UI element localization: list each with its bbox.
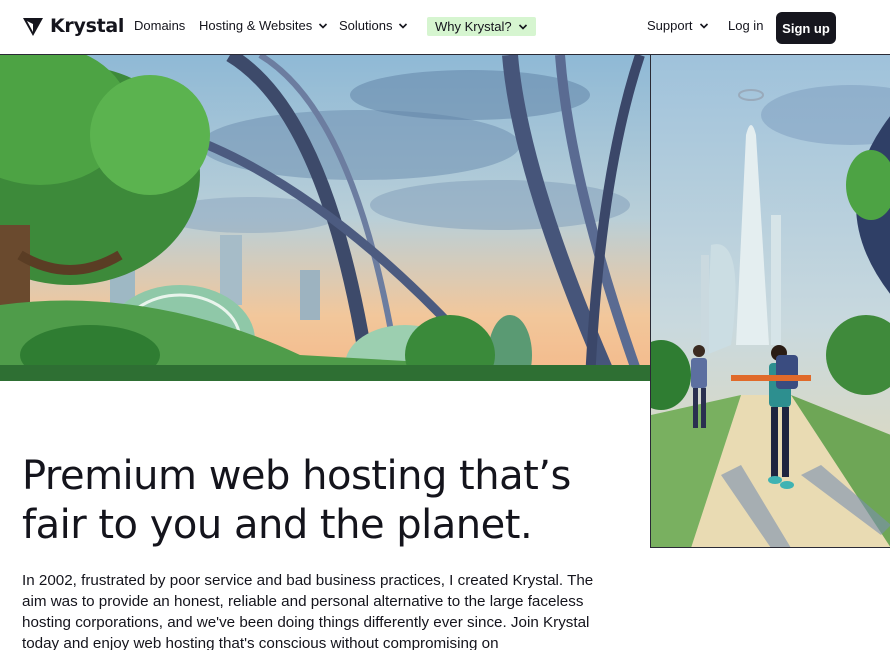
hero-headline-line2: fair to you and the planet. bbox=[22, 502, 533, 548]
hero-illustration-hikers bbox=[650, 55, 890, 548]
chevron-down-icon bbox=[399, 22, 408, 29]
chevron-down-icon bbox=[518, 23, 527, 30]
login-link[interactable]: Log in bbox=[728, 18, 763, 33]
nav-domains[interactable]: Domains bbox=[134, 18, 185, 33]
nav-solutions[interactable]: Solutions bbox=[339, 18, 408, 33]
nav-support[interactable]: Support bbox=[647, 18, 709, 33]
nav-why-label: Why Krystal? bbox=[435, 19, 512, 34]
brand-name: Krystal bbox=[50, 15, 125, 37]
nav-solutions-label: Solutions bbox=[339, 18, 393, 33]
login-label: Log in bbox=[728, 18, 764, 33]
hero-illustration-city bbox=[0, 55, 651, 381]
nav-hosting-websites[interactable]: Hosting & Websites bbox=[199, 18, 328, 33]
nav-hosting-label: Hosting & Websites bbox=[199, 18, 313, 33]
site-header: Krystal Domains Hosting & Websites Solut… bbox=[0, 0, 890, 55]
nav-support-label: Support bbox=[647, 18, 693, 33]
hero-intro-text: In 2002, frustrated by poor service and … bbox=[22, 572, 594, 650]
signup-button[interactable]: Sign up bbox=[776, 12, 836, 44]
hero-headline-line1: Premium web hosting that’s bbox=[22, 453, 571, 499]
nav-domains-label: Domains bbox=[134, 18, 186, 33]
chevron-down-icon bbox=[319, 22, 328, 29]
hero-headline: Premium web hosting that’s fair to you a… bbox=[22, 452, 622, 550]
nav-why-krystal[interactable]: Why Krystal? bbox=[427, 17, 536, 36]
krystal-logo-icon bbox=[23, 18, 43, 36]
krystal-logo[interactable]: Krystal bbox=[22, 15, 124, 37]
chevron-down-icon bbox=[699, 22, 708, 29]
